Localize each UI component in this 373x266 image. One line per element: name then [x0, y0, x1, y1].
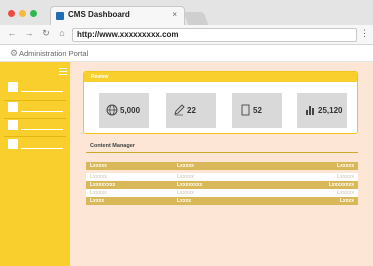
- tab-close-icon[interactable]: ×: [172, 10, 177, 19]
- sidebar-item-label: [21, 111, 63, 112]
- content-table: Lxxxxx Lxxxxx Lxxxxx Lxxxxx Lxxxxx Lxxxx…: [86, 162, 358, 205]
- sidebar: [0, 62, 70, 266]
- sidebar-divider: [4, 100, 66, 101]
- window-controls: [8, 10, 37, 17]
- globe-icon: [106, 104, 118, 116]
- sidebar-item-icon: [8, 120, 18, 130]
- sidebar-item-label: [21, 91, 63, 92]
- stat-card-pencil[interactable]: 22: [166, 93, 216, 128]
- stat-value: 5,000: [120, 106, 141, 115]
- app-header: ⚙ Administration Portal: [0, 45, 373, 62]
- table-cell: Lxxxxx: [177, 163, 194, 169]
- table-cell: Lxxxxxxxx: [177, 182, 203, 188]
- reload-icon[interactable]: ↻: [40, 28, 52, 39]
- sidebar-divider: [4, 136, 66, 137]
- tab-title: CMS Dashboard: [68, 10, 130, 19]
- table-cell: Lxxxx: [177, 198, 192, 204]
- close-window-button[interactable]: [8, 10, 15, 17]
- maximize-window-button[interactable]: [30, 10, 37, 17]
- section-divider: [86, 152, 358, 153]
- table-cell: Lxxxx: [90, 198, 105, 204]
- table-cell: Lxxxxx: [90, 174, 107, 180]
- home-icon[interactable]: ⌂: [56, 28, 68, 38]
- review-title: Review: [91, 74, 109, 80]
- content-manager-title: Content Manager: [90, 143, 135, 149]
- sidebar-item-icon: [8, 139, 18, 149]
- sidebar-item-3[interactable]: [4, 120, 66, 134]
- table-row[interactable]: Lxxxxx Lxxxxx Lxxxxx: [86, 173, 358, 181]
- sidebar-item-4[interactable]: [4, 139, 66, 153]
- stat-card-globe[interactable]: 5,000: [99, 93, 149, 128]
- stat-card-chart[interactable]: 25,120: [297, 93, 347, 128]
- table-cell: Lxxxxx: [177, 174, 194, 180]
- stat-value: 52: [253, 106, 262, 115]
- hamburger-menu-icon[interactable]: [59, 68, 67, 77]
- table-row[interactable]: Lxxxxx Lxxxxx Lxxxxx: [86, 189, 358, 197]
- sidebar-item-1[interactable]: [4, 82, 66, 96]
- stat-value: 22: [187, 106, 196, 115]
- sidebar-item-label: [21, 148, 63, 149]
- table-cell: Lxxxx: [339, 198, 354, 204]
- portal-title: Administration Portal: [19, 49, 89, 58]
- cms-favicon-icon: [56, 12, 64, 20]
- new-tab-button[interactable]: [183, 12, 209, 25]
- browser-tab[interactable]: CMS Dashboard ×: [50, 6, 185, 25]
- stat-value: 25,120: [318, 106, 343, 115]
- sidebar-divider: [4, 118, 66, 119]
- table-row[interactable]: Lxxxx Lxxxx Lxxxx: [86, 197, 358, 205]
- table-cell: Lxxxxx: [337, 163, 354, 169]
- table-cell: Lxxxxxxxx: [328, 182, 354, 188]
- bar-chart-icon: [306, 106, 314, 115]
- table-cell: Lxxxxx: [90, 190, 107, 196]
- table-cell: Lxxxxx: [177, 190, 194, 196]
- sidebar-item-label: [21, 129, 63, 130]
- table-cell: Lxxxxxxxx: [90, 182, 116, 188]
- browser-toolbar: ← → ↻ ⌂ http://www.xxxxxxxxx.com ⋮: [0, 25, 373, 45]
- table-cell: Lxxxxx: [90, 163, 107, 169]
- back-icon[interactable]: ←: [6, 28, 18, 38]
- main-content: Review 5,000 22 52 25,120 Content Manage…: [70, 62, 373, 266]
- sidebar-item-2[interactable]: [4, 102, 66, 116]
- stat-card-document[interactable]: 52: [232, 93, 282, 128]
- table-row[interactable]: Lxxxxx Lxxxxx Lxxxxx: [86, 162, 358, 170]
- table-cell: Lxxxxx: [337, 174, 354, 180]
- pencil-icon: [174, 104, 185, 116]
- browser-menu-icon[interactable]: ⋮: [360, 28, 369, 39]
- forward-icon[interactable]: →: [23, 28, 35, 38]
- browser-chrome: CMS Dashboard × ← → ↻ ⌂ http://www.xxxxx…: [0, 0, 373, 45]
- document-icon: [241, 104, 250, 116]
- table-row[interactable]: Lxxxxxxxx Lxxxxxxxx Lxxxxxxxx: [86, 181, 358, 189]
- minimize-window-button[interactable]: [19, 10, 26, 17]
- review-panel: Review 5,000 22 52 25,120: [83, 71, 358, 134]
- portal-logo-icon: ⚙: [10, 48, 19, 58]
- table-cell: Lxxxxx: [337, 190, 354, 196]
- address-bar[interactable]: http://www.xxxxxxxxx.com: [72, 28, 357, 42]
- review-header: Review: [84, 72, 357, 82]
- url-text: http://www.xxxxxxxxx.com: [77, 30, 179, 39]
- sidebar-item-icon: [8, 102, 18, 112]
- sidebar-item-icon: [8, 82, 18, 92]
